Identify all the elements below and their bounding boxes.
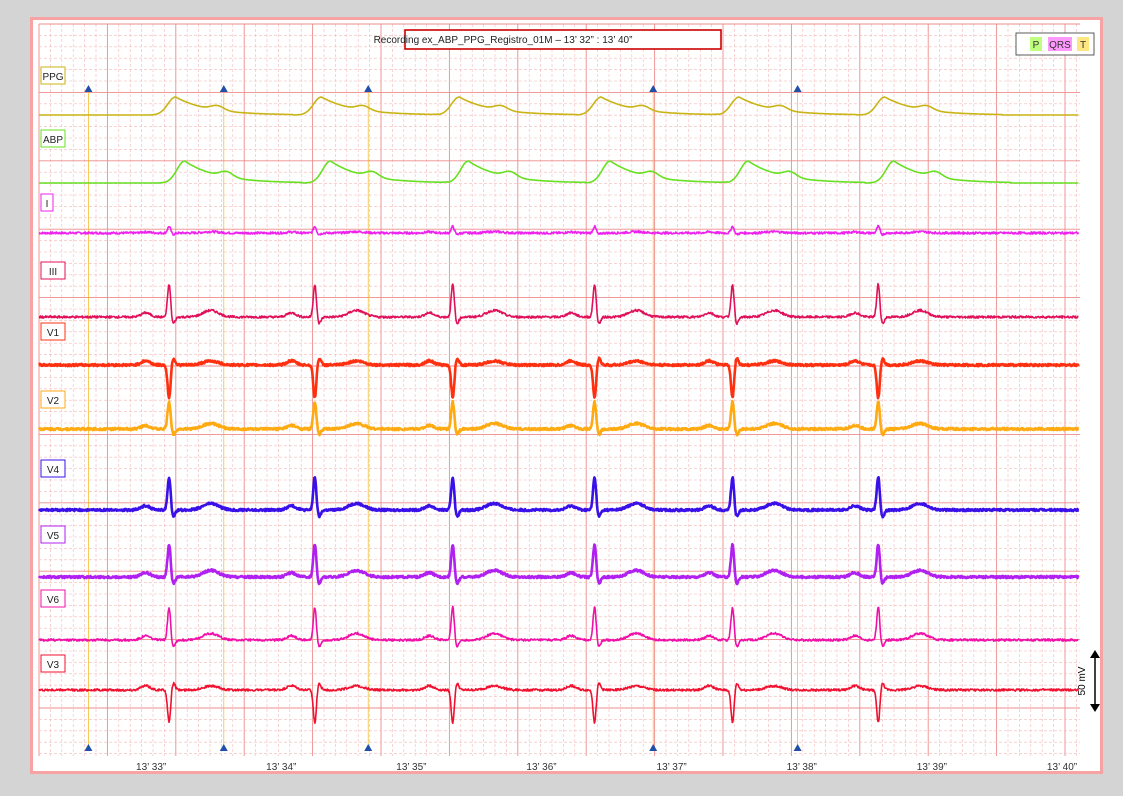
channel-label: ABP [43,135,63,146]
x-tick-label: 13’ 39” [917,762,947,771]
legend-item-p: P [1033,40,1040,51]
series-line-i [38,224,1080,236]
series-line-ppg [38,96,1079,116]
beat-marker-bottom-icon [219,744,228,751]
series-line-iii [38,282,1079,326]
x-tick-label: 13’ 37” [657,762,687,771]
x-tick-label: 13’ 36” [526,762,556,771]
channel-label: V2 [47,396,60,407]
series-line-v4 [37,476,1080,519]
beat-marker-top-icon [364,85,373,92]
series-line-v1 [38,356,1080,400]
legend-item-t: T [1080,40,1086,51]
x-tick-label: 13’ 34” [266,762,296,771]
beat-marker-top-icon [219,85,228,92]
channel-label: PPG [42,72,63,83]
beat-marker-bottom-icon [84,744,93,751]
chart-frame: Recording ex_ABP_PPG_Registro_01M – 13’ … [30,17,1103,774]
beat-marker-top-icon [793,85,802,92]
channel-label: V5 [47,531,60,542]
series-line-v3 [38,681,1080,725]
ecg-chart: Recording ex_ABP_PPG_Registro_01M – 13’ … [37,23,1100,771]
beat-marker-bottom-icon [364,744,373,751]
scale-arrow-up-icon [1090,650,1100,658]
channel-label: V6 [47,595,60,606]
x-tick-label: 13’ 38” [787,762,817,771]
series-line-v2 [37,399,1080,437]
chart-title: Recording ex_ABP_PPG_Registro_01M – 13’ … [374,35,633,46]
channel-label: V1 [47,328,60,339]
channel-label: V4 [47,465,60,476]
beat-marker-top-icon [649,85,658,92]
scale-label: 50 mV [1077,666,1088,695]
channel-label: III [49,267,57,278]
x-tick-label: 13’ 35” [396,762,426,771]
legend-item-qrs: QRS [1049,40,1071,51]
x-tick-label: 13’ 33” [136,762,166,771]
series-line-v5 [37,542,1080,586]
scale-arrow-down-icon [1090,704,1100,712]
series-line-v6 [38,605,1079,648]
channel-label: I [46,199,49,210]
x-tick-label: 13’ 40” [1047,762,1077,771]
beat-marker-top-icon [84,85,93,92]
beat-marker-bottom-icon [793,744,802,751]
beat-marker-bottom-icon [649,744,658,751]
channel-label: V3 [47,660,60,671]
